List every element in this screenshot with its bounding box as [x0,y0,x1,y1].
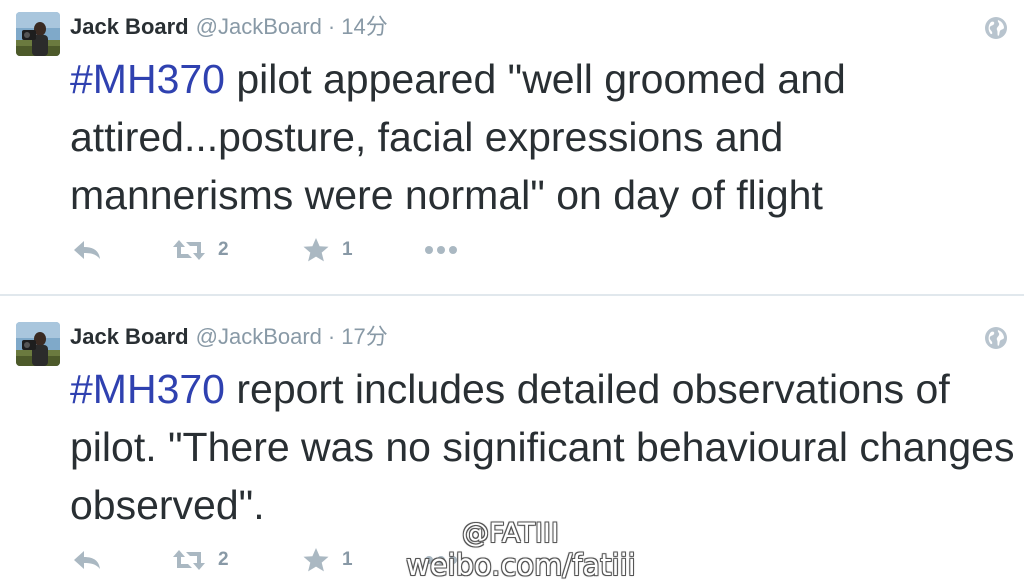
tweet[interactable]: Jack Board @JackBoard · 14分 #MH370 pilot… [0,0,1024,294]
tweet-text: #MH370 pilot appeared "well groomed and … [70,50,1015,224]
author-handle[interactable]: @JackBoard [196,322,322,352]
favorite-count: 1 [342,549,353,570]
star-icon [303,238,329,262]
avatar-photo [16,12,60,56]
tweet-header: Jack Board @JackBoard · 17分 [70,322,388,352]
author-handle[interactable]: @JackBoard [196,12,322,42]
separator: · [327,14,336,39]
hashtag-link[interactable]: #MH370 [70,56,225,102]
hashtag-link[interactable]: #MH370 [70,366,225,412]
avatar[interactable] [16,12,60,56]
globe-icon [984,326,1008,350]
reply-icon [74,241,100,259]
tweet-header: Jack Board @JackBoard · 14分 [70,12,388,42]
author-name[interactable]: Jack Board [70,12,189,42]
retweet-count: 2 [218,549,229,570]
globe-icon [984,16,1008,40]
reply-button[interactable] [72,546,172,574]
favorite-count: 1 [342,239,353,260]
avatar-photo [16,322,60,366]
favorite-button[interactable]: 1 [302,236,424,264]
favorite-button[interactable]: 1 [302,546,424,574]
timestamp[interactable]: 14分 [341,12,387,42]
more-button[interactable] [424,546,464,574]
timeline: Jack Board @JackBoard · 14分 #MH370 pilot… [0,0,1024,582]
more-icon [425,556,457,564]
avatar[interactable] [16,322,60,366]
retweet-icon [173,240,205,260]
tweet[interactable]: Jack Board @JackBoard · 17分 #MH370 repor… [0,310,1024,582]
separator: · [327,324,336,349]
author-name[interactable]: Jack Board [70,322,189,352]
reply-icon [74,551,100,569]
retweet-count: 2 [218,239,229,260]
tweet-text: #MH370 report includes detailed observat… [70,360,1015,534]
tweet-actions: 2 1 [72,236,464,264]
retweet-button[interactable]: 2 [172,546,302,574]
star-icon [303,548,329,572]
tweet-actions: 2 1 [72,546,464,574]
tweet-divider [0,294,1024,296]
more-button[interactable] [424,236,464,264]
timestamp[interactable]: 17分 [341,322,387,352]
retweet-icon [173,550,205,570]
reply-button[interactable] [72,236,172,264]
retweet-button[interactable]: 2 [172,236,302,264]
more-icon [425,246,457,254]
